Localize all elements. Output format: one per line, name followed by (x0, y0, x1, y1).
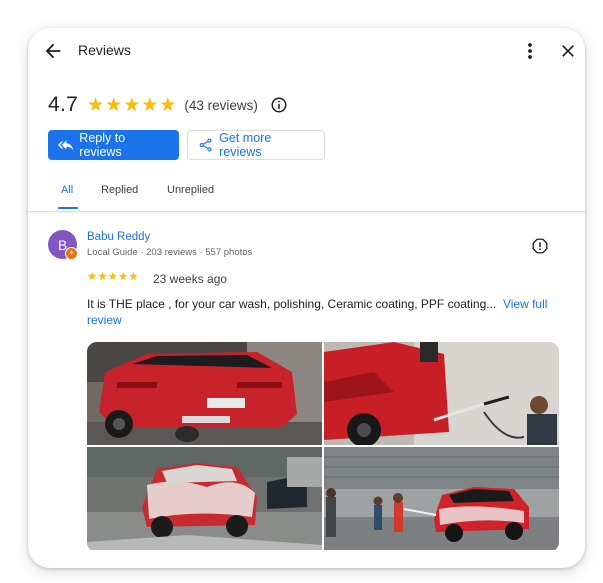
get-more-reviews-button[interactable]: Get more reviews (187, 130, 325, 160)
review-photos (87, 342, 559, 552)
get-more-reviews-label: Get more reviews (219, 131, 272, 159)
review-tabs: All Replied Unreplied (28, 178, 585, 212)
tab-all[interactable]: All (61, 184, 73, 196)
review-count: (43 reviews) (184, 97, 258, 113)
reviews-panel: Reviews 4.7 ★ ★ ★ ★ ★ (43 reviews) Reply… (28, 28, 585, 568)
reply-to-reviews-button[interactable]: Reply to reviews (48, 130, 179, 160)
review-rating-stars: ★ ★ ★ ★ ★ (87, 271, 139, 284)
pressure-washing-photo (324, 342, 559, 445)
rating-stars: ★ ★ ★ ★ ★ (87, 96, 176, 115)
reviewer-name[interactable]: Babu Reddy (87, 231, 150, 243)
active-tab-indicator (58, 207, 78, 209)
top-bar: Reviews (28, 28, 585, 74)
arrow-back-icon[interactable] (42, 40, 64, 62)
reviewer-meta: Local Guide · 203 reviews · 557 photos (87, 247, 253, 258)
review-text: It is THE place , for your car wash, pol… (87, 296, 557, 328)
tab-replied[interactable]: Replied (101, 184, 138, 196)
foamed-suv-photo (87, 447, 322, 550)
close-icon[interactable] (558, 41, 578, 61)
star-icon: ★ (87, 271, 98, 283)
star-icon: ★ (159, 94, 177, 116)
review-time: 23 weeks ago (153, 272, 228, 286)
washing-bay-photo (324, 447, 559, 550)
tabs-divider (28, 211, 585, 212)
share-icon (199, 138, 212, 152)
review-photo[interactable] (324, 342, 559, 445)
local-guide-badge-icon: ✶ (65, 247, 78, 260)
star-icon: ★ (117, 271, 129, 283)
star-icon: ★ (123, 94, 141, 116)
page-title: Reviews (78, 42, 131, 58)
review-body: It is THE place , for your car wash, pol… (87, 297, 497, 311)
action-buttons: Reply to reviews Get more reviews (48, 130, 325, 160)
review-photo[interactable] (87, 447, 322, 550)
review-photo[interactable] (324, 447, 559, 550)
review-photo[interactable] (87, 342, 322, 445)
report-icon[interactable] (531, 237, 549, 255)
average-rating: 4.7 (48, 93, 79, 116)
red-suv-rear-photo (87, 342, 322, 445)
more-vert-icon[interactable] (521, 41, 539, 61)
star-icon: ★ (105, 94, 123, 116)
info-icon[interactable] (270, 96, 288, 114)
star-icon: ★ (107, 271, 118, 283)
rating-summary: 4.7 ★ ★ ★ ★ ★ (43 reviews) (48, 90, 288, 120)
star-icon: ★ (87, 94, 105, 116)
star-icon: ★ (141, 94, 159, 116)
reply-all-icon (58, 140, 74, 151)
star-icon: ★ (97, 271, 108, 283)
star-icon: ★ (128, 271, 139, 283)
reply-to-reviews-label: Reply to reviews (79, 131, 126, 159)
tab-unreplied[interactable]: Unreplied (167, 184, 214, 196)
